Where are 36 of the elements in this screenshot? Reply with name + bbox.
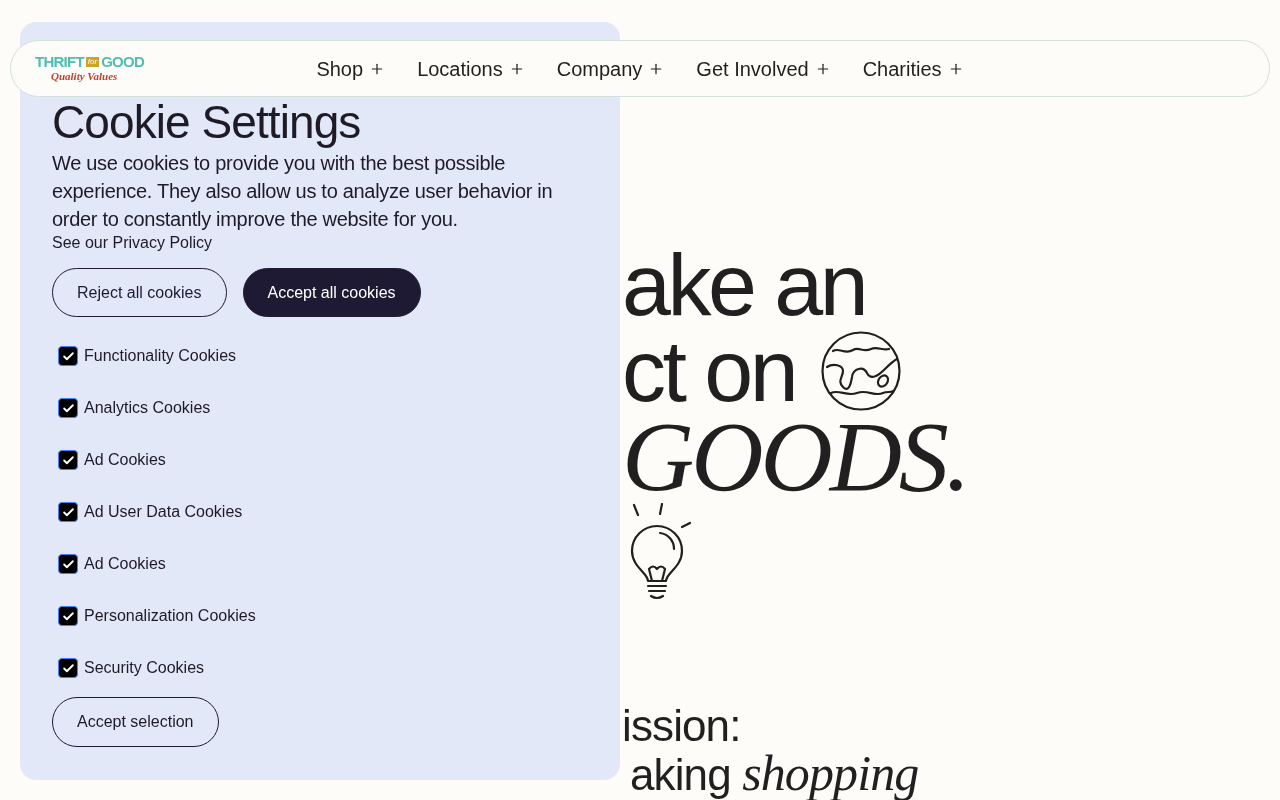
nav-menu-button[interactable]: Shop [316,56,386,81]
hero-heading-line: GOODS. [622,414,968,500]
nav-menu-button[interactable]: Company [556,56,665,81]
checkbox-label: Ad Cookies [84,450,166,470]
checkbox-label: Functionality Cookies [84,346,237,366]
checkbox-label: Ad User Data Cookies [84,502,243,522]
check-icon [61,661,75,675]
check-icon [61,453,75,467]
nav-menu-button[interactable]: Locations [417,56,525,81]
checkbox-label: Analytics Cookies [84,398,211,418]
nav-menu-button[interactable]: Get Involved [696,56,831,81]
checkbox[interactable] [58,606,78,626]
logo-tagline[interactable]: Quality Values [51,70,118,83]
accept-all-button[interactable]: Accept all cookies [242,268,421,317]
checkbox-label: Security Cookies [84,658,205,678]
privacy-policy-link[interactable]: See our Privacy Policy [52,233,213,253]
cookie-description: We use cookies to provide you with the best possible experience. They also allow us to analyze user behavior in order to constantly improve the website for you. [52,151,554,232]
hero-heading-line: ct on [622,328,796,414]
check-icon [61,505,75,519]
globe-icon [821,331,902,411]
check-icon [61,349,75,363]
checkbox[interactable] [58,346,78,366]
hero-heading-line: ake an [622,242,866,328]
checkbox-label: Personalization Cookies [84,606,256,626]
checkbox[interactable] [58,554,78,574]
check-icon [61,401,75,415]
checkbox[interactable] [58,502,78,522]
checkbox[interactable] [58,658,78,678]
accept-selection-button[interactable]: Accept selection [52,697,219,747]
checkbox[interactable] [58,398,78,418]
check-icon [61,609,75,623]
checkbox[interactable] [58,450,78,470]
check-icon [61,557,75,571]
checkbox-label: Ad Cookies [84,554,166,574]
nav-menu-button[interactable]: Charities [862,56,964,81]
mission-heading: ission: [622,704,741,748]
